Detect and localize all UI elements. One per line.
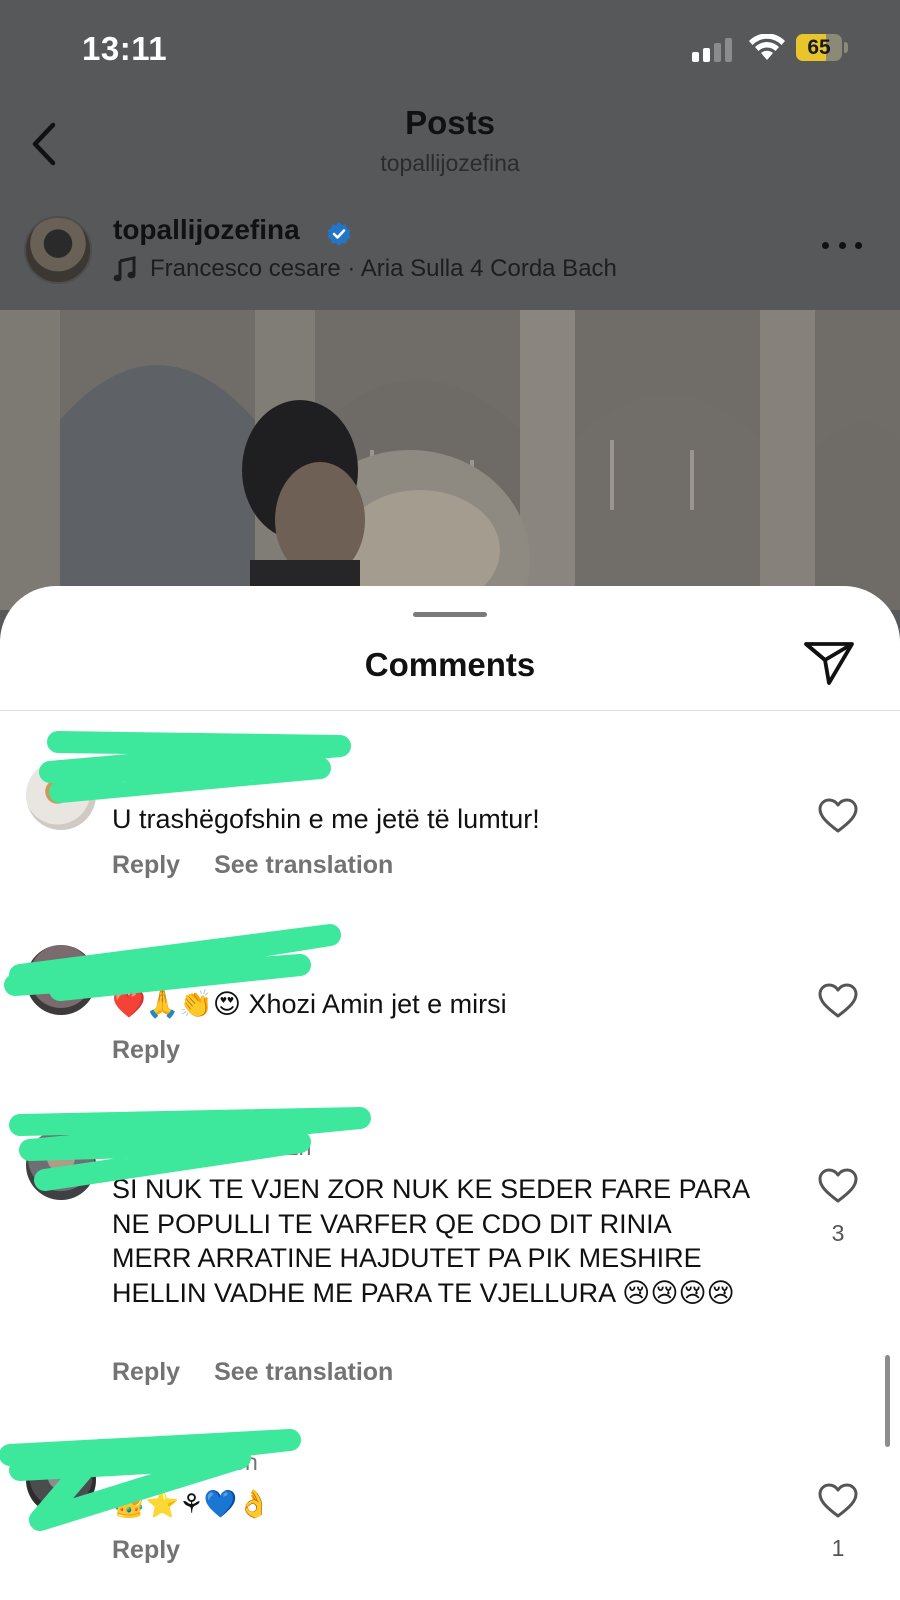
comment-time: 11h	[112, 949, 149, 975]
reply-button[interactable]: Reply	[112, 1358, 180, 1386]
comment-time: 12h	[273, 1134, 312, 1160]
verified-badge-icon	[327, 222, 351, 246]
comment-actions: Reply See translation	[112, 851, 427, 880]
heart-outline-icon[interactable]	[818, 1168, 858, 1204]
comment-avatar[interactable]	[26, 760, 96, 830]
comment-time: 10h	[112, 764, 151, 790]
comment-avatar[interactable]	[26, 1445, 96, 1515]
post-photo	[0, 310, 900, 610]
sheet-drag-handle[interactable]	[413, 612, 487, 617]
more-icon	[822, 241, 829, 249]
comment-time: 13h	[219, 1449, 258, 1475]
comment-avatar[interactable]	[26, 1130, 96, 1200]
heart-outline-icon[interactable]	[818, 983, 858, 1019]
post-author-username[interactable]: topallijozefina	[113, 214, 300, 246]
comment-username[interactable]: pellumb_ 13h	[112, 1449, 258, 1476]
comment-username[interactable]: 11h	[112, 949, 149, 976]
see-translation-button[interactable]: See translation	[214, 1358, 393, 1386]
page-subtitle: topallijozefina	[380, 150, 520, 176]
comment-actions: Reply See translation	[112, 1358, 427, 1387]
heart-outline-icon[interactable]	[818, 798, 858, 834]
like-count: 1	[831, 1535, 845, 1561]
music-note-icon	[113, 256, 136, 282]
sheet-divider	[0, 710, 900, 711]
heart-outline-icon[interactable]	[818, 1483, 858, 1519]
status-bar: 13:11 65	[0, 0, 900, 100]
reply-button[interactable]: Reply	[112, 1036, 180, 1064]
comment-username[interactable]: 10h	[112, 764, 150, 791]
comment-text: 👑⭐⚘💙👌	[112, 1489, 271, 1519]
reply-button[interactable]: Reply	[112, 1536, 180, 1564]
battery-tip	[844, 42, 848, 53]
comments-sheet: Comments	[0, 586, 900, 1600]
reply-button[interactable]: Reply	[112, 851, 180, 879]
post-image[interactable]	[0, 310, 900, 610]
page-title: Posts	[405, 104, 495, 141]
share-button[interactable]	[802, 638, 856, 688]
comments-title: Comments	[364, 646, 536, 683]
battery-percent: 65	[807, 36, 831, 59]
cellular-signal-icon	[692, 38, 734, 62]
clock: 13:11	[82, 30, 168, 67]
paper-plane-icon	[804, 642, 854, 685]
comment-avatar[interactable]	[26, 945, 96, 1015]
wifi-icon	[749, 34, 785, 60]
scrollbar[interactable]	[885, 1355, 890, 1447]
comment-text: U trashëgofshin e me jetë të lumtur!	[112, 804, 540, 834]
like-count: 3	[831, 1220, 845, 1246]
post-audio-track[interactable]: Francesco cesare · Aria Sulla 4 Corda Ba…	[150, 255, 617, 283]
see-translation-button[interactable]: See translation	[214, 851, 393, 879]
comment-text: SI NUK TE VJEN ZOR NUK KE SEDER FARE PAR…	[112, 1174, 749, 1308]
post-author-avatar[interactable]	[24, 216, 92, 284]
comment-actions: Reply	[112, 1536, 214, 1565]
battery-icon: 65	[796, 34, 842, 61]
comment-username[interactable]: tjer_____ntine 12h	[112, 1134, 311, 1161]
comment-actions: Reply	[112, 1036, 214, 1065]
more-options-button[interactable]	[822, 238, 862, 252]
comment-text: ❤️🙏👏😍 Xhozi Amin jet e mirsi	[112, 989, 507, 1019]
